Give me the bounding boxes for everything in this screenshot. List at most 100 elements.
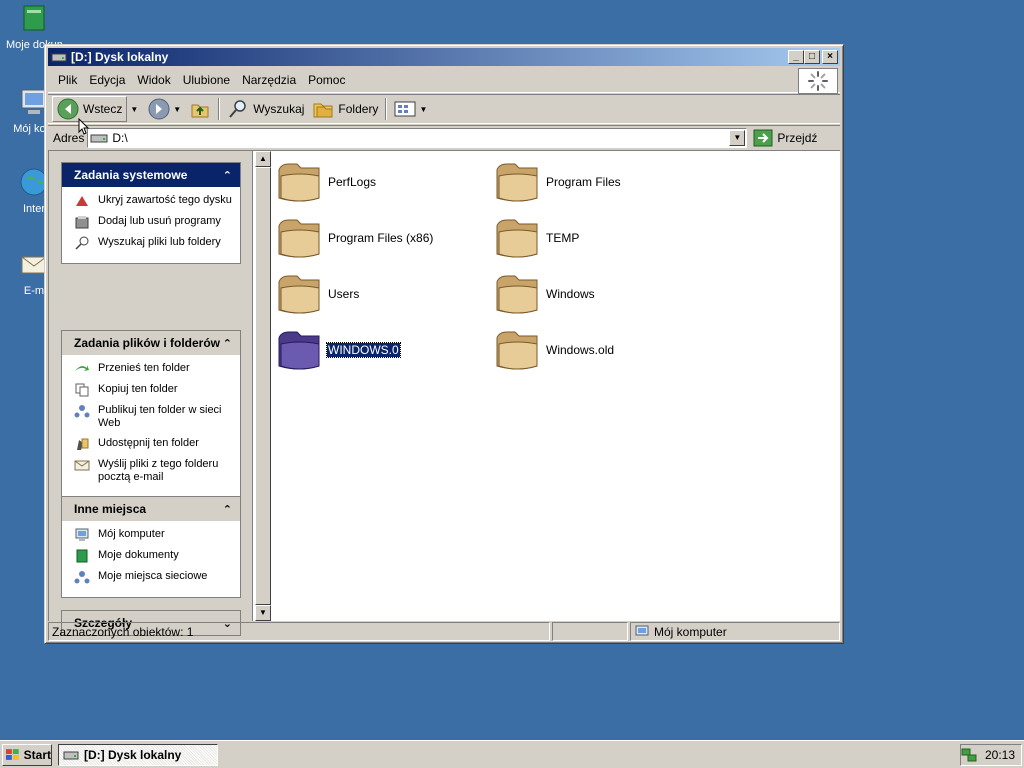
maximize-button[interactable]: □ — [804, 50, 820, 64]
windows-logo-icon — [5, 748, 19, 760]
folders-label: Foldery — [338, 102, 379, 116]
search-button[interactable]: Wyszukaj — [223, 96, 308, 122]
folder-icon — [496, 219, 538, 258]
folder-item[interactable]: Windows.old — [493, 323, 703, 377]
network-places-icon — [74, 571, 90, 584]
add-remove-programs-icon — [75, 216, 89, 229]
address-dropdown-button[interactable]: ▼ — [729, 129, 746, 146]
status-location: Mój komputer — [630, 622, 840, 641]
my-documents-icon — [23, 5, 45, 31]
menu-file[interactable]: Plik — [52, 73, 83, 87]
task-label: Kopiuj ten folder — [98, 383, 178, 395]
status-bar: Zaznaczonych obiektów: 1 Mój komputer — [48, 622, 840, 641]
task-share-folder[interactable]: Udostępnij ten folder — [74, 437, 234, 451]
panel-title: Zadania plików i folderów — [74, 336, 221, 350]
menu-edit[interactable]: Edycja — [83, 73, 131, 87]
title-bar[interactable]: [D:] Dysk lokalny _ □ × — [48, 48, 840, 66]
folder-icon — [278, 219, 320, 258]
system-tasks-header[interactable]: Zadania systemowe ⌃ — [62, 163, 240, 187]
folder-item[interactable]: Program Files (x86) — [275, 211, 485, 265]
scroll-thumb[interactable] — [255, 167, 271, 605]
place-label: Moje dokumenty — [98, 549, 179, 561]
my-documents-icon — [76, 549, 88, 563]
task-copy-folder[interactable]: Kopiuj ten folder — [74, 383, 234, 397]
place-label: Moje miejsca sieciowe — [98, 570, 208, 582]
folder-icon — [496, 163, 538, 202]
hide-icon — [76, 196, 88, 206]
address-input[interactable]: D:\ ▼ — [87, 127, 748, 148]
status-selection-text: Zaznaczonych obiektów: 1 — [52, 624, 194, 639]
place-network[interactable]: Moje miejsca sieciowe — [74, 570, 234, 584]
other-places-panel: Inne miejsca ⌃ Mój komputer Moje dokumen… — [61, 496, 241, 598]
start-label: Start — [23, 747, 51, 762]
folders-button[interactable]: Foldery — [308, 96, 382, 122]
collapse-icon[interactable]: ⌃ — [223, 337, 232, 350]
close-button[interactable]: × — [822, 50, 838, 64]
folder-name: Windows.old — [546, 343, 615, 357]
collapse-icon[interactable]: ⌃ — [223, 503, 232, 516]
menu-bar: Plik Edycja Widok Ulubione Narzędzia Pom… — [48, 67, 840, 94]
toolbar-separator — [218, 98, 221, 120]
task-hide-drive-contents[interactable]: Ukryj zawartość tego dysku — [74, 194, 234, 208]
drive-icon — [51, 53, 67, 62]
menu-tools[interactable]: Narzędzia — [236, 73, 302, 87]
minimize-button[interactable]: _ — [788, 50, 804, 64]
scroll-up-button[interactable]: ▲ — [255, 151, 271, 167]
other-places-header[interactable]: Inne miejsca ⌃ — [62, 497, 240, 521]
folder-item-selected[interactable]: WINDOWS.0 — [275, 323, 485, 377]
folder-name: WINDOWS.0 — [326, 342, 401, 358]
place-my-computer[interactable]: Mój komputer — [74, 528, 234, 542]
task-add-remove-programs[interactable]: Dodaj lub usuń programy — [74, 215, 234, 229]
folder-item[interactable]: Windows — [493, 267, 703, 321]
task-publish-web[interactable]: Publikuj ten folder w sieci Web — [74, 404, 234, 430]
task-email-files[interactable]: Wyślij pliki z tego folderu pocztą e-mai… — [74, 458, 234, 484]
status-selection: Zaznaczonych obiektów: 1 — [48, 622, 550, 641]
place-my-documents[interactable]: Moje dokumenty — [74, 549, 234, 563]
folder-name: Program Files (x86) — [328, 231, 434, 245]
folder-item[interactable]: TEMP — [493, 211, 703, 265]
taskbar-window-button[interactable]: [D:] Dysk lokalny — [58, 743, 218, 766]
my-computer-icon — [75, 528, 89, 541]
task-label: Przenieś ten folder — [98, 362, 190, 374]
search-label: Wyszukaj — [253, 102, 305, 116]
panel-title: Zadania systemowe — [74, 168, 188, 182]
go-arrow-icon — [753, 129, 773, 146]
panel-title: Inne miejsca — [74, 502, 147, 516]
folder-item[interactable]: Users — [275, 267, 485, 321]
share-icon — [77, 438, 89, 450]
drive-icon — [63, 751, 79, 759]
up-folder-button[interactable] — [185, 96, 215, 122]
taskbar: Start [D:] Dysk lokalny 20:13 — [0, 740, 1024, 768]
status-empty — [552, 622, 628, 641]
start-button[interactable]: Start — [2, 743, 52, 766]
task-move-folder[interactable]: Przenieś ten folder — [74, 362, 234, 376]
place-label: Mój komputer — [98, 528, 165, 540]
publish-web-icon — [74, 405, 90, 418]
folder-icon — [496, 331, 538, 370]
back-dropdown-arrow[interactable]: ▼ — [130, 105, 138, 114]
task-search-files[interactable]: Wyszukaj pliki lub foldery — [74, 236, 234, 250]
scroll-down-button[interactable]: ▼ — [255, 605, 271, 621]
back-arrow-icon — [57, 98, 79, 120]
menu-help[interactable]: Pomoc — [302, 73, 351, 87]
search-icon — [229, 100, 246, 118]
content-area: Zadania systemowe ⌃ Ukryj zawartość tego… — [48, 150, 840, 636]
copy-icon — [75, 383, 89, 397]
toolbar-separator — [385, 98, 388, 120]
go-button[interactable]: Przejdź — [753, 129, 817, 147]
search-icon — [75, 236, 89, 250]
chevron-down-icon: ▼ — [173, 104, 182, 114]
folder-item[interactable]: Program Files — [493, 155, 703, 209]
network-tray-icon[interactable] — [961, 747, 977, 763]
folder-item[interactable]: PerfLogs — [275, 155, 485, 209]
file-tasks-header[interactable]: Zadania plików i folderów ⌃ — [62, 331, 240, 355]
menu-favorites[interactable]: Ulubione — [177, 73, 236, 87]
clock[interactable]: 20:13 — [985, 748, 1015, 762]
collapse-icon[interactable]: ⌃ — [223, 169, 232, 182]
explorer-window: [D:] Dysk lokalny _ □ × Plik Edycja Wido… — [44, 44, 844, 644]
vertical-scrollbar[interactable]: ▲ ▼ — [255, 151, 271, 621]
forward-button[interactable]: ▼ — [144, 96, 185, 122]
menu-view[interactable]: Widok — [131, 73, 176, 87]
task-pane: Zadania systemowe ⌃ Ukryj zawartość tego… — [49, 151, 253, 636]
views-button[interactable]: ▼ — [390, 96, 431, 122]
